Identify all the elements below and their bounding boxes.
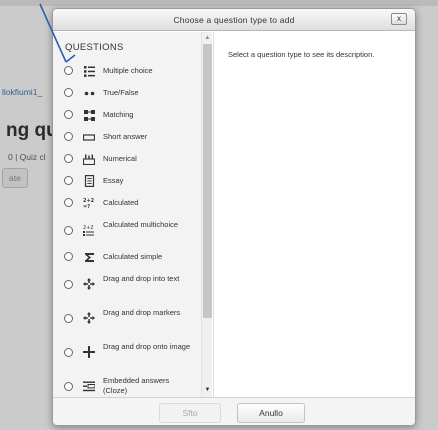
scroll-down-arrow-icon[interactable]: ▼	[202, 386, 213, 394]
radio-button[interactable]	[64, 176, 73, 185]
question-type-label: Drag and drop markers	[103, 308, 181, 317]
question-type-label: Calculated	[103, 198, 139, 207]
radio-button[interactable]	[64, 198, 73, 207]
question-type-label: Multiple choice	[103, 66, 153, 75]
cloze-icon	[83, 380, 95, 392]
radio-button[interactable]	[64, 252, 73, 261]
dialog-title: Choose a question type to add	[173, 15, 295, 25]
dialog-header: Choose a question type to add x	[53, 9, 415, 31]
numbers-icon	[83, 153, 95, 165]
dialog-body: QUESTIONS Multiple choice True/False Mat…	[53, 32, 415, 397]
calculated-icon: 2+2 =?	[83, 197, 95, 209]
svg-text:2+2: 2+2	[83, 225, 94, 231]
question-type-label: Calculated multichoice	[103, 220, 179, 229]
radio-button[interactable]	[64, 382, 73, 391]
question-type-label: Short answer	[103, 132, 148, 141]
question-type-drag-drop-image[interactable]: Drag and drop onto image	[53, 340, 201, 364]
question-type-drag-drop-markers[interactable]: Drag and drop markers	[53, 306, 201, 330]
two-dots-icon	[83, 87, 95, 99]
question-type-label: Numerical	[103, 154, 137, 163]
question-type-essay[interactable]: Essay	[53, 174, 201, 188]
question-type-drag-drop-text[interactable]: Drag and drop into text	[53, 272, 201, 296]
scrollbar-thumb[interactable]	[203, 44, 212, 318]
description-text: Select a question type to see its descri…	[228, 50, 375, 59]
text-field-icon	[83, 131, 95, 143]
question-type-label: Essay	[103, 176, 124, 185]
question-type-numerical[interactable]: Numerical	[53, 152, 201, 166]
drag-markers-icon	[83, 312, 95, 324]
radio-button[interactable]	[64, 348, 73, 357]
question-type-label: Calculated simple	[103, 252, 163, 261]
document-icon	[83, 175, 95, 187]
question-type-cloze[interactable]: Embedded answers (Cloze)	[53, 374, 201, 397]
cancel-button[interactable]: Anullo	[237, 403, 305, 423]
question-type-calculated-multichoice[interactable]: 2+2 Calculated multichoice	[53, 218, 201, 242]
drag-text-icon	[83, 278, 95, 290]
close-button[interactable]: x	[391, 13, 407, 25]
radio-button[interactable]	[64, 66, 73, 75]
radio-button[interactable]	[64, 314, 73, 323]
question-type-dialog: Choose a question type to add x QUESTION…	[52, 8, 416, 426]
list-scrollbar[interactable]: ▲ ▼	[201, 32, 212, 397]
radio-button[interactable]	[64, 280, 73, 289]
matching-grid-icon	[83, 109, 95, 121]
description-pane: Select a question type to see its descri…	[213, 32, 415, 397]
question-type-label: True/False	[103, 88, 139, 97]
question-type-short-answer[interactable]: Short answer	[53, 130, 201, 144]
question-type-calculated-simple[interactable]: Calculated simple	[53, 250, 201, 264]
question-type-matching[interactable]: Matching	[53, 108, 201, 122]
question-type-list-pane: QUESTIONS Multiple choice True/False Mat…	[53, 32, 201, 397]
question-type-label: Drag and drop onto image	[103, 342, 191, 351]
drag-image-icon	[83, 346, 95, 358]
svg-text:=?: =?	[83, 204, 90, 209]
calculated-simple-icon	[83, 251, 95, 263]
calculated-multichoice-icon: 2+2	[83, 224, 95, 236]
question-type-label: Drag and drop into text	[103, 274, 180, 283]
radio-button[interactable]	[64, 154, 73, 163]
radio-button[interactable]	[64, 226, 73, 235]
question-type-label: Matching	[103, 110, 134, 119]
question-type-label: Embedded answers (Cloze)	[103, 376, 170, 395]
questions-section-heading: QUESTIONS	[65, 42, 124, 53]
radio-button[interactable]	[64, 88, 73, 97]
add-button[interactable]: Sfto	[159, 403, 221, 423]
list-bullets-icon	[83, 65, 95, 77]
radio-button[interactable]	[64, 110, 73, 119]
dialog-footer: Sfto Anullo	[53, 397, 415, 425]
scroll-up-arrow-icon[interactable]: ▲	[202, 34, 213, 42]
radio-button[interactable]	[64, 132, 73, 141]
question-type-calculated[interactable]: 2+2 =? Calculated	[53, 196, 201, 210]
question-type-multiple-choice[interactable]: Multiple choice	[53, 64, 201, 78]
question-type-true-false[interactable]: True/False	[53, 86, 201, 100]
